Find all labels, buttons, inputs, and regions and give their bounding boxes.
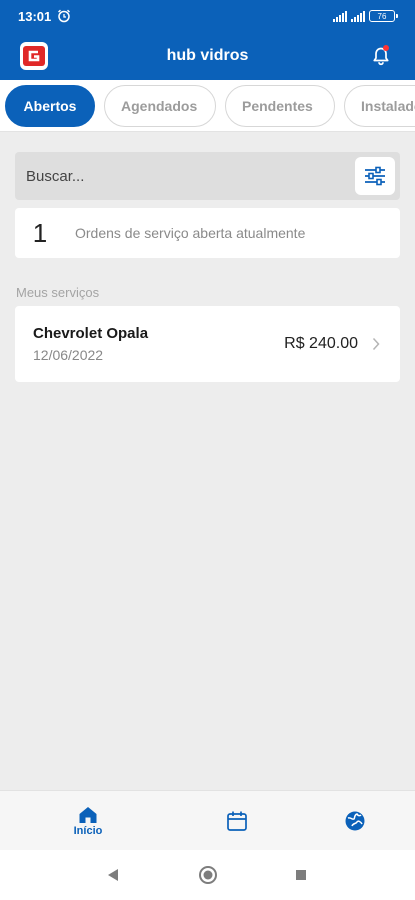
- recents-square-icon: [296, 870, 306, 880]
- nav-item-globe[interactable]: [325, 791, 385, 851]
- status-bar: 13:01 76: [0, 0, 415, 32]
- calendar-icon: [227, 811, 247, 831]
- bottom-navigation: Início: [0, 790, 415, 850]
- home-icon: [79, 806, 97, 823]
- sliders-icon: [365, 166, 385, 186]
- recents-button[interactable]: [291, 865, 311, 885]
- nav-item-calendar[interactable]: [207, 791, 267, 851]
- open-orders-summary: 1 Ordens de serviço aberta atualmente: [15, 208, 400, 258]
- tab-abertos[interactable]: Abertos: [5, 85, 95, 127]
- open-orders-label: Ordens de serviço aberta atualmente: [75, 225, 306, 241]
- service-info: Chevrolet Opala 12/06/2022: [33, 325, 148, 363]
- filter-button[interactable]: [355, 157, 395, 195]
- app-title: hub vidros: [166, 47, 249, 64]
- battery-level: 76: [377, 11, 387, 21]
- nav-item-inicio[interactable]: Início: [58, 791, 118, 851]
- tab-instalados[interactable]: Instalados: [344, 85, 415, 127]
- back-button[interactable]: [103, 865, 123, 885]
- signal-bars-icon: [351, 10, 365, 22]
- status-tabs: Abertos Agendados Pendentes Instalados: [0, 80, 415, 132]
- brand-logo-icon[interactable]: [20, 42, 48, 70]
- back-triangle-icon: [108, 869, 118, 881]
- status-time-group: 13:01: [18, 9, 71, 24]
- notifications-button[interactable]: [367, 42, 395, 70]
- home-button[interactable]: [198, 865, 218, 885]
- status-time: 13:01: [18, 8, 52, 24]
- home-circle-icon: [199, 866, 217, 884]
- battery-icon: 76: [369, 10, 398, 22]
- service-price: R$ 240.00: [284, 335, 358, 352]
- nav-label-inicio: Início: [73, 824, 103, 837]
- open-orders-count: 1: [32, 217, 48, 248]
- service-title: Chevrolet Opala: [33, 325, 149, 342]
- globe-icon: [345, 811, 365, 831]
- signal-bars-icon: [333, 10, 347, 22]
- alarm-clock-icon: [58, 9, 71, 23]
- tab-pendentes[interactable]: Pendentes: [225, 85, 335, 127]
- search-input[interactable]: [26, 167, 326, 185]
- notification-dot: [383, 45, 389, 51]
- chevron-right-icon: [372, 337, 382, 351]
- search-bar: [15, 152, 400, 200]
- tab-agendados[interactable]: Agendados: [104, 85, 216, 127]
- service-list-item[interactable]: Chevrolet Opala 12/06/2022 R$ 240.00: [15, 306, 400, 382]
- service-date: 12/06/2022: [33, 347, 104, 363]
- system-navigation-bar: [0, 850, 415, 900]
- status-indicators: 76: [333, 10, 398, 22]
- section-title: Meus serviços: [16, 285, 100, 300]
- app-bar: hub vidros: [0, 32, 415, 80]
